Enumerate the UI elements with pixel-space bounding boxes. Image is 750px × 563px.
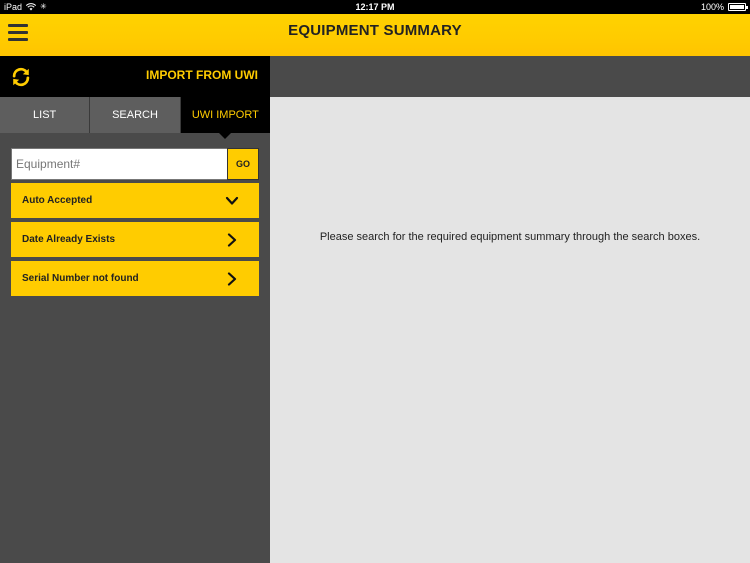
equipment-search: GO (11, 148, 259, 180)
battery-percent: 100% (700, 2, 724, 12)
status-time: 12:17 PM (355, 2, 395, 12)
filter-date-already-exists[interactable]: Date Already Exists (11, 222, 259, 257)
sidebar: IMPORT FROM UWI LIST SEARCH UWI IMPORT G… (0, 56, 270, 563)
sidebar-title: IMPORT FROM UWI (146, 68, 258, 82)
app-header: EQUIPMENT SUMMARY (0, 14, 750, 56)
status-bar: iPad ✳ 12:17 PM 100% (0, 0, 750, 14)
tab-uwi-import[interactable]: UWI IMPORT (180, 97, 270, 139)
tab-bar: LIST SEARCH UWI IMPORT (0, 97, 270, 139)
tab-list[interactable]: LIST (0, 97, 91, 133)
chevron-down-icon (225, 196, 239, 205)
sidebar-header: IMPORT FROM UWI (0, 56, 270, 97)
filter-auto-accepted[interactable]: Auto Accepted (11, 183, 259, 218)
battery-icon (728, 3, 748, 11)
chevron-right-icon (227, 272, 237, 286)
filter-serial-number-not-found[interactable]: Serial Number not found (11, 261, 259, 296)
filter-label: Auto Accepted (22, 195, 93, 206)
page-title: EQUIPMENT SUMMARY (288, 22, 462, 39)
tab-search[interactable]: SEARCH (90, 97, 181, 133)
go-button[interactable]: GO (227, 148, 259, 180)
filter-list: Auto Accepted Date Already Exists Serial… (11, 183, 259, 300)
filter-label: Serial Number not found (22, 273, 139, 284)
main-panel: Please search for the required equipment… (270, 56, 750, 563)
main-toolbar (270, 56, 750, 97)
refresh-icon[interactable] (10, 66, 32, 88)
empty-state-message: Please search for the required equipment… (319, 231, 701, 243)
filter-label: Date Already Exists (22, 234, 116, 245)
chevron-right-icon (227, 233, 237, 247)
equipment-number-input[interactable] (11, 148, 227, 180)
status-right: 100% (700, 0, 748, 14)
